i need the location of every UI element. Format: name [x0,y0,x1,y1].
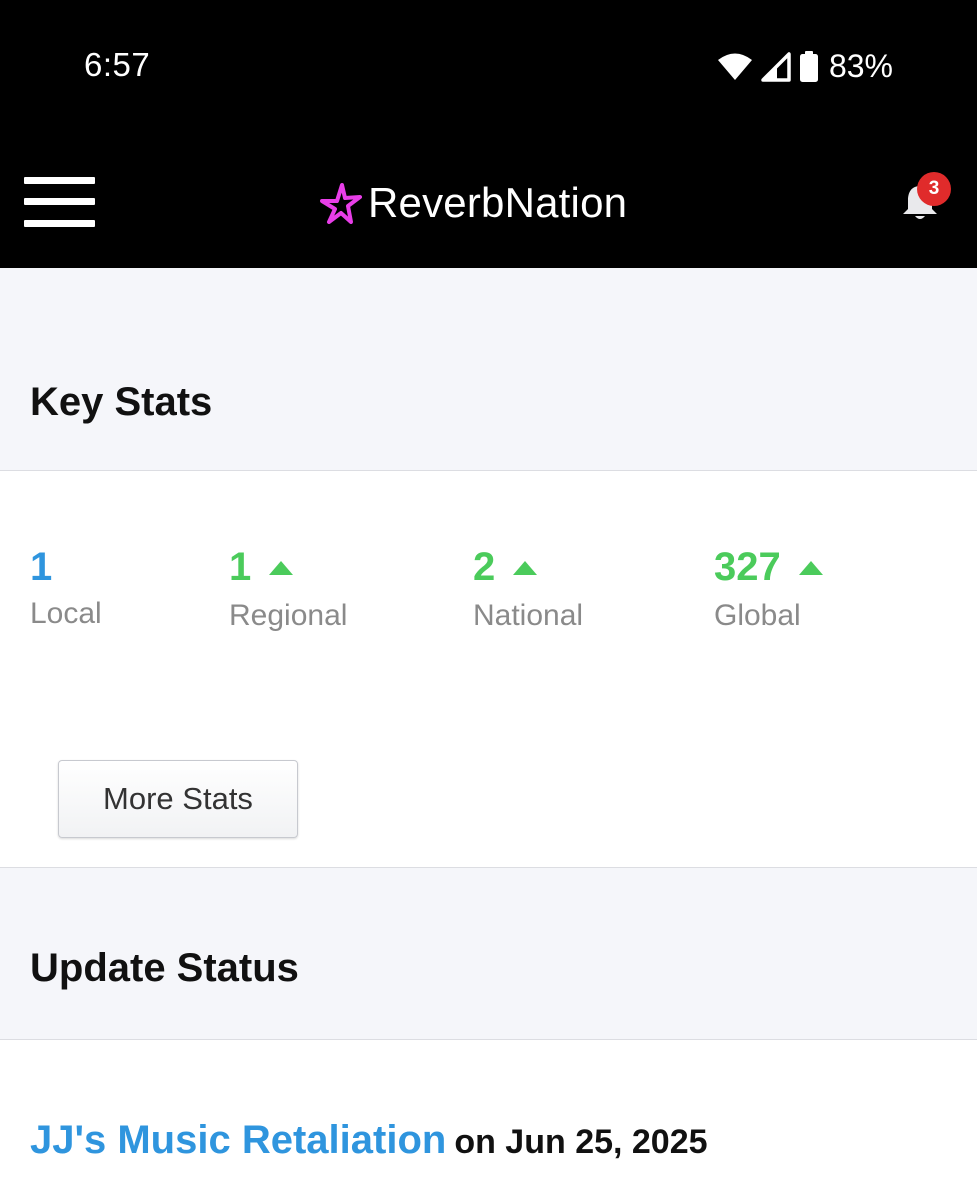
notification-badge: 3 [917,172,951,206]
battery-percent: 83% [828,48,893,84]
trend-up-icon [513,561,538,575]
stat-national-label: National [473,599,584,632]
stat-national[interactable]: 2 National [473,543,583,633]
more-stats-button[interactable]: More Stats [58,760,298,838]
app-header: ReverbNation [0,137,977,268]
stat-local-label: Local [30,597,102,630]
stat-local-value: 1 [30,545,53,589]
signal-icon [761,51,791,82]
update-status-title: Update Status [30,946,299,990]
key-stats-title: Key Stats [30,380,213,424]
star-logo-icon [320,183,362,224]
stat-global-label: Global [714,599,801,632]
status-icons: 83% [717,48,893,85]
key-stats-panel: 1 Local 1 Regional 2 National 327 Global… [0,471,977,868]
stat-global-value: 327 [714,545,781,589]
status-bar: 6:57 83% [0,0,977,137]
wifi-icon [717,53,752,80]
reverbnation-logo[interactable]: ReverbNation [320,179,627,227]
stat-regional[interactable]: 1 Regional [229,543,347,633]
update-status-header: Update Status [0,868,977,1040]
battery-icon [799,50,818,82]
update-status-panel: JJ's Music Retaliation on Jun 25, 2025 [0,1040,977,1200]
status-time: 6:57 [84,46,151,83]
trend-up-icon [798,561,823,575]
status-entry: JJ's Music Retaliation on Jun 25, 2025 [30,1118,708,1163]
trend-up-icon [269,561,294,575]
stat-national-value: 2 [473,545,496,589]
stat-local[interactable]: 1 Local [30,543,102,631]
stat-regional-label: Regional [229,599,348,632]
stat-regional-value: 1 [229,545,252,589]
key-stats-header: Key Stats [0,268,977,471]
logo-text: ReverbNation [368,179,628,226]
menu-icon[interactable] [24,177,96,229]
status-date: on Jun 25, 2025 [454,1123,708,1161]
status-author-link[interactable]: JJ's Music Retaliation [30,1118,446,1162]
stat-global[interactable]: 327 Global [714,543,823,633]
